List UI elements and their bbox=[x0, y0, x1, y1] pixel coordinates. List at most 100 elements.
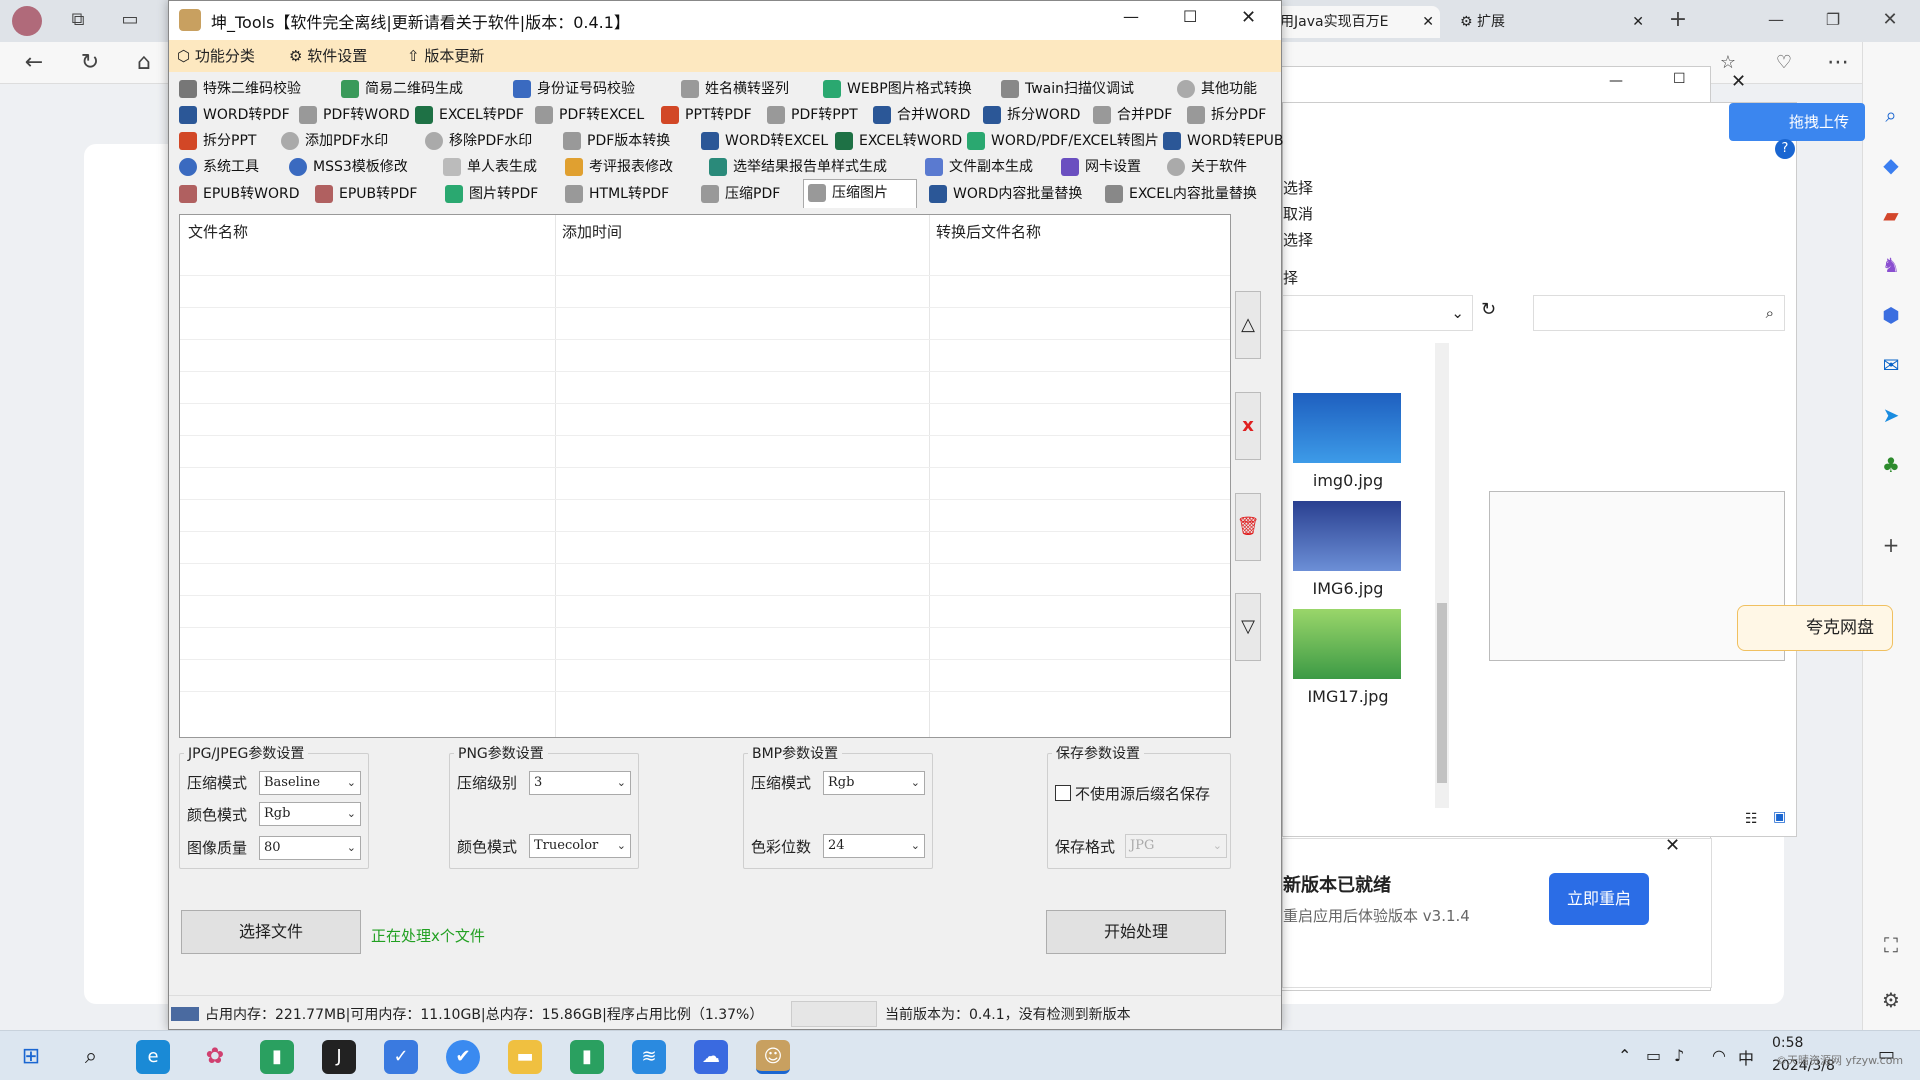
tab-html-to-pdf[interactable]: HTML转PDF bbox=[561, 181, 669, 207]
clear-button[interactable]: 🗑 bbox=[1235, 493, 1261, 561]
tab-review-report[interactable]: 考评报表修改 bbox=[561, 154, 673, 180]
upload-button[interactable]: 拖拽上传 bbox=[1729, 103, 1865, 141]
settings-icon[interactable]: ⚙ bbox=[1876, 985, 1906, 1015]
side-item[interactable]: 选择 bbox=[1283, 177, 1313, 198]
edge-icon[interactable]: e bbox=[136, 1040, 170, 1074]
screenshot-icon[interactable]: ⛶ bbox=[1876, 930, 1906, 960]
tab-excel-to-pdf[interactable]: EXCEL转PDF bbox=[411, 102, 524, 128]
tab-file-copy[interactable]: 文件副本生成 bbox=[921, 154, 1033, 180]
outlook-icon[interactable]: ✉ bbox=[1876, 350, 1906, 380]
tab-split-ppt[interactable]: 拆分PPT bbox=[175, 128, 256, 154]
close-icon[interactable]: ✕ bbox=[1731, 71, 1746, 92]
grid-view-icon[interactable]: ▣ bbox=[1773, 809, 1786, 825]
tab-add-pdf-watermark[interactable]: 添加PDF水印 bbox=[277, 128, 388, 154]
games-icon[interactable]: ♞ bbox=[1876, 250, 1906, 280]
minimize-icon[interactable]: — bbox=[1123, 7, 1139, 26]
ime-indicator[interactable]: 中 bbox=[1738, 1045, 1754, 1069]
volume-icon[interactable]: ♪ bbox=[1674, 1046, 1684, 1065]
tab-election-report[interactable]: 选举结果报告单样式生成 bbox=[705, 154, 887, 180]
send-icon[interactable]: ➤ bbox=[1876, 400, 1906, 430]
minimize-icon[interactable]: — bbox=[1758, 2, 1794, 38]
cloud-icon[interactable]: ☁ bbox=[694, 1040, 728, 1074]
column-header-converted-name[interactable]: 转换后文件名称 bbox=[936, 221, 1041, 242]
tab-word-batch-replace[interactable]: WORD内容批量替换 bbox=[925, 181, 1082, 207]
search-input[interactable]: ⌕ bbox=[1533, 295, 1785, 331]
close-icon[interactable]: ✕ bbox=[1632, 6, 1644, 38]
tab-excel-batch-replace[interactable]: EXCEL内容批量替换 bbox=[1101, 181, 1257, 207]
tag-icon[interactable]: ◆ bbox=[1876, 150, 1906, 180]
path-dropdown[interactable]: ⌄ bbox=[1283, 295, 1473, 331]
chevron-up-icon[interactable]: ⌃ bbox=[1618, 1046, 1631, 1065]
column-header-add-time[interactable]: 添加时间 bbox=[562, 221, 622, 242]
tab-twain-debug[interactable]: Twain扫描仪调试 bbox=[997, 76, 1134, 102]
png-level-select[interactable]: 3 ⌄ bbox=[529, 771, 631, 795]
collections-icon[interactable]: ⧉ bbox=[60, 2, 96, 38]
tab-word-to-epub[interactable]: WORD转EPUB bbox=[1159, 128, 1284, 154]
file-item[interactable]: img0.jpg bbox=[1293, 393, 1403, 490]
tab-pdf-to-excel[interactable]: PDF转EXCEL bbox=[531, 102, 644, 128]
wifi-icon[interactable]: ◠ bbox=[1712, 1046, 1726, 1065]
add-icon[interactable]: + bbox=[1876, 530, 1906, 560]
tab-system-tools[interactable]: 系统工具 bbox=[175, 154, 259, 180]
move-up-button[interactable]: △ bbox=[1235, 291, 1261, 359]
start-icon[interactable]: ⊞ bbox=[14, 1040, 48, 1074]
restore-icon[interactable]: ☐ bbox=[1673, 71, 1686, 87]
kun-tools-icon[interactable]: ☺ bbox=[756, 1040, 790, 1074]
back-icon[interactable]: ← bbox=[16, 45, 52, 81]
quark-drive-button[interactable]: 夸克网盘 bbox=[1737, 605, 1893, 651]
search-icon[interactable]: ⌕ bbox=[74, 1040, 108, 1074]
tab-ppt-to-pdf[interactable]: PPT转PDF bbox=[657, 102, 752, 128]
side-item[interactable]: 取消 bbox=[1283, 203, 1313, 224]
tab-merge-pdf[interactable]: 合并PDF bbox=[1089, 102, 1172, 128]
minimize-icon[interactable]: — bbox=[1609, 73, 1623, 89]
browser-tab-java[interactable]: 用Java实现百万E ✕ bbox=[1270, 6, 1440, 38]
refresh-icon[interactable]: ↻ bbox=[72, 45, 108, 81]
side-item[interactable]: 择 bbox=[1283, 267, 1298, 288]
folder-icon[interactable]: ▬ bbox=[508, 1040, 542, 1074]
close-icon[interactable]: ✕ bbox=[1665, 835, 1680, 856]
tab-epub-to-pdf[interactable]: EPUB转PDF bbox=[311, 181, 417, 207]
tab-excel-to-word[interactable]: EXCEL转WORD bbox=[831, 128, 962, 154]
toolbox-icon[interactable]: ▰ bbox=[1876, 200, 1906, 230]
tab-id-check[interactable]: 身份证号码校验 bbox=[509, 76, 635, 102]
tab-network-settings[interactable]: 网卡设置 bbox=[1057, 154, 1141, 180]
save-format-select[interactable]: JPG ⌄ bbox=[1125, 834, 1227, 858]
tab-special-qrcode[interactable]: 特殊二维码校验 bbox=[175, 76, 301, 102]
profile-avatar[interactable] bbox=[12, 6, 42, 36]
tab-compress-image[interactable]: 压缩图片 bbox=[803, 179, 917, 208]
maximize-icon[interactable]: ☐ bbox=[1183, 7, 1197, 26]
quark-icon[interactable]: ≋ bbox=[632, 1040, 666, 1074]
menu-software-settings[interactable]: ⚙ 软件设置 bbox=[289, 44, 367, 68]
tab-epub-to-word[interactable]: EPUB转WORD bbox=[175, 181, 300, 207]
tab-split-word[interactable]: 拆分WORD bbox=[979, 102, 1080, 128]
tab-about-software[interactable]: 关于软件 bbox=[1163, 154, 1247, 180]
help-icon[interactable]: ? bbox=[1775, 139, 1795, 159]
move-down-button[interactable]: ▽ bbox=[1235, 593, 1261, 661]
tab-mss3-template[interactable]: MSS3模板修改 bbox=[285, 154, 408, 180]
bmp-mode-select[interactable]: Rgb ⌄ bbox=[823, 771, 925, 795]
jpg-color-select[interactable]: Rgb ⌄ bbox=[259, 802, 361, 826]
side-item[interactable]: 选择 bbox=[1283, 229, 1313, 250]
file-item[interactable]: IMG17.jpg bbox=[1293, 609, 1403, 706]
jpg-mode-select[interactable]: Baseline ⌄ bbox=[259, 771, 361, 795]
tab-actions-icon[interactable]: ▭ bbox=[112, 2, 148, 38]
tab-single-form[interactable]: 单人表生成 bbox=[439, 154, 537, 180]
jpg-quality-select[interactable]: 80 ⌄ bbox=[259, 836, 361, 860]
png-color-select[interactable]: Truecolor ⌄ bbox=[529, 834, 631, 858]
copilot-icon[interactable]: ⬢ bbox=[1876, 300, 1906, 330]
remove-button[interactable]: x bbox=[1235, 392, 1261, 460]
tab-pdf-to-word[interactable]: PDF转WORD bbox=[295, 102, 410, 128]
home-icon[interactable]: ⌂ bbox=[126, 45, 162, 81]
restore-icon[interactable]: ❐ bbox=[1815, 2, 1851, 38]
tree-icon[interactable]: ♣ bbox=[1876, 450, 1906, 480]
browser-tab-extensions[interactable]: ⚙ 扩展 ✕ bbox=[1450, 6, 1650, 38]
clock-time[interactable]: 0:58 bbox=[1772, 1035, 1803, 1051]
tab-office-to-image[interactable]: WORD/PDF/EXCEL转图片 bbox=[963, 128, 1159, 154]
tab-merge-word[interactable]: 合并WORD bbox=[869, 102, 970, 128]
tab-webp-convert[interactable]: WEBP图片格式转换 bbox=[819, 76, 972, 102]
more-icon[interactable]: ⋯ bbox=[1820, 45, 1856, 81]
start-process-button[interactable]: 开始处理 bbox=[1046, 910, 1226, 954]
refresh-icon[interactable]: ↻ bbox=[1481, 299, 1496, 320]
bmp-bits-select[interactable]: 24 ⌄ bbox=[823, 834, 925, 858]
tab-compress-pdf[interactable]: 压缩PDF bbox=[697, 181, 780, 207]
